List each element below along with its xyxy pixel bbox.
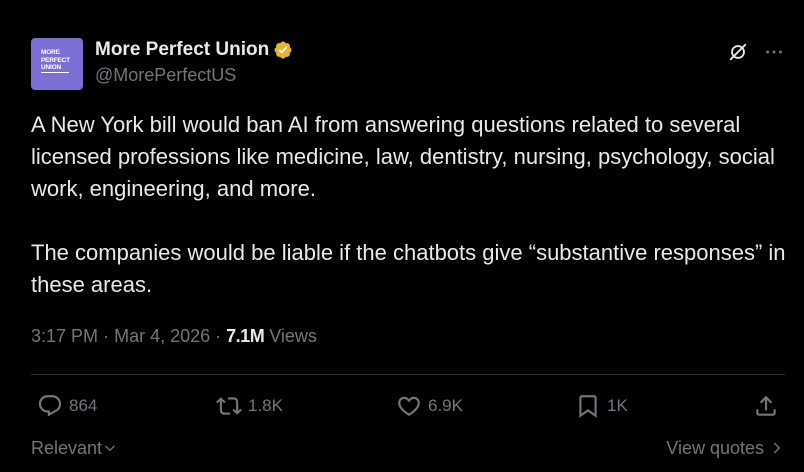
divider: [31, 374, 785, 375]
view-quotes-label: View quotes: [666, 438, 764, 458]
tweet-paragraph-2: The companies would be liable if the cha…: [31, 240, 786, 297]
repost-icon: [216, 397, 242, 415]
chevron-right-icon: [773, 442, 781, 454]
grok-icon[interactable]: [727, 41, 749, 63]
tweet-card: MORE PERFECT UNION More Perfect Union @M…: [0, 0, 804, 472]
bookmark-button[interactable]: 1K: [575, 392, 628, 420]
like-count: 6.9K: [428, 396, 463, 415]
bookmark-icon: [579, 395, 597, 418]
meta-separator: ·: [103, 326, 110, 346]
tweet-meta: 3:17 PM · Mar 4, 2026 · 7.1M Views: [31, 324, 317, 348]
author-name-row[interactable]: More Perfect Union: [95, 38, 293, 62]
reply-icon: [38, 395, 62, 417]
meta-separator: ·: [215, 326, 222, 346]
tweet-text: A New York bill would ban AI from answer…: [31, 109, 791, 301]
author-display-name[interactable]: More Perfect Union: [95, 38, 269, 62]
bookmark-count: 1K: [607, 396, 628, 415]
reply-button[interactable]: 864: [37, 392, 97, 420]
reply-count: 864: [69, 396, 98, 415]
repost-button[interactable]: 1.8K: [216, 392, 283, 420]
view-quotes-link[interactable]: View quotes: [666, 436, 784, 460]
sort-relevant-dropdown[interactable]: Relevant: [31, 436, 117, 460]
share-icon: [756, 395, 776, 416]
author-handle[interactable]: @MorePerfectUS: [95, 64, 236, 86]
avatar-logo-line-2: PERFECT: [41, 56, 70, 64]
like-button[interactable]: 6.9K: [396, 392, 463, 420]
tweet-paragraph-1: A New York bill would ban AI from answer…: [31, 112, 775, 201]
chevron-down-icon: [105, 445, 115, 451]
heart-icon: [398, 396, 420, 416]
more-icon[interactable]: [763, 41, 785, 63]
avatar-logo-line-3: UNION: [41, 64, 69, 73]
avatar[interactable]: MORE PERFECT UNION: [31, 38, 83, 90]
views-label: Views: [269, 326, 317, 346]
share-button[interactable]: [753, 392, 779, 420]
tweet-time[interactable]: 3:17 PM: [31, 326, 98, 346]
tweet-date[interactable]: Mar 4, 2026: [114, 326, 210, 346]
sort-label: Relevant: [31, 438, 103, 458]
views-count: 7.1M: [226, 326, 265, 346]
avatar-logo-line-1: MORE: [41, 49, 60, 56]
repost-count: 1.8K: [248, 396, 283, 415]
avatar-logo: MORE PERFECT UNION: [41, 49, 75, 73]
verified-badge-icon: [274, 41, 292, 59]
